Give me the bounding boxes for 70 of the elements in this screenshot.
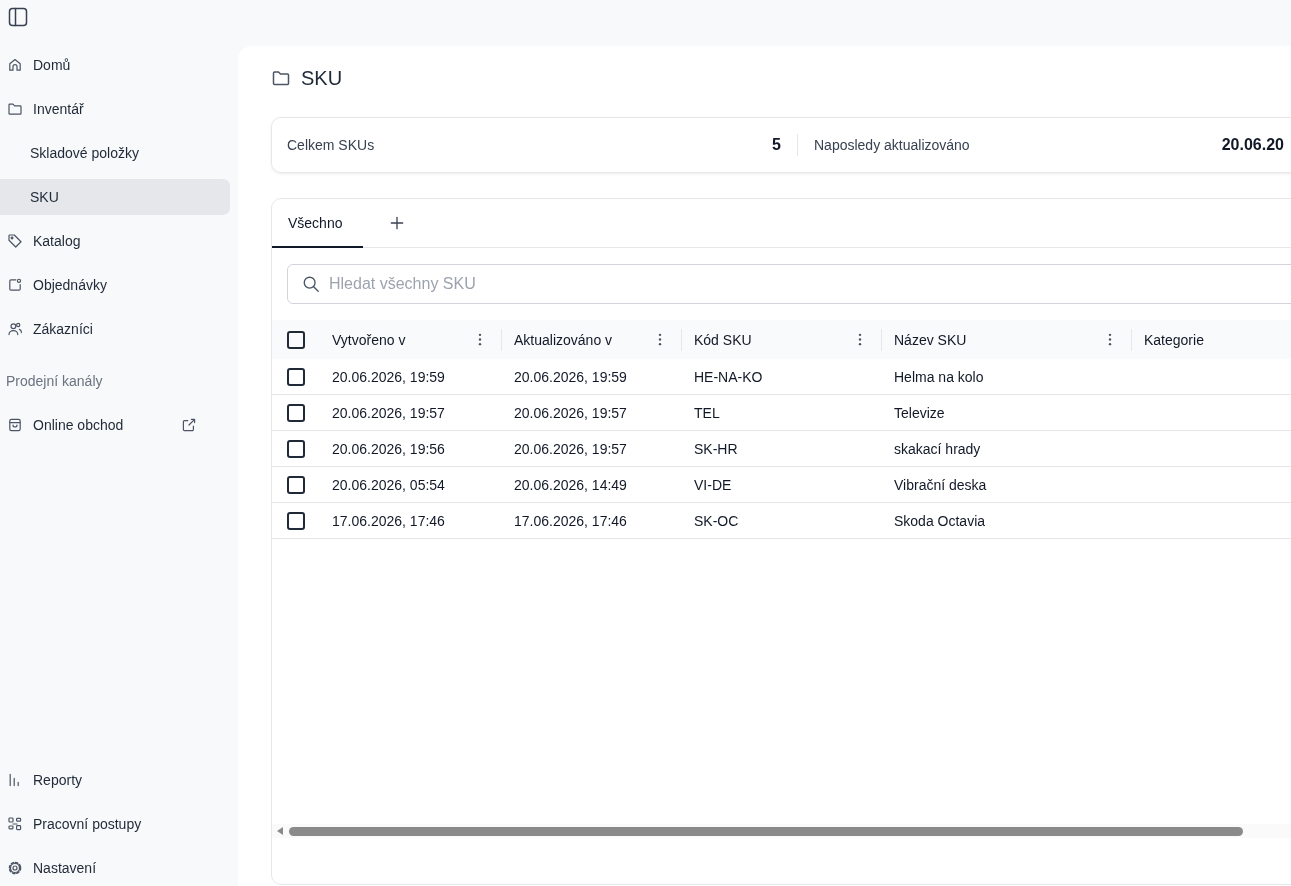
workflow-icon — [7, 816, 23, 832]
table-cell: 20.06.2026, 19:59 — [332, 368, 445, 385]
sidebar-item[interactable]: Zákazníci — [0, 311, 230, 347]
sidebar-item[interactable]: SKU — [0, 179, 230, 215]
tag-icon — [7, 233, 23, 249]
kebab-menu-icon[interactable] — [858, 333, 862, 346]
column-header[interactable]: Aktualizováno v — [514, 331, 613, 348]
column-header[interactable]: Kód SKU — [694, 331, 752, 348]
select-all-checkbox[interactable] — [287, 330, 305, 349]
table-cell: 20.06.2026, 19:57 — [514, 404, 627, 421]
table-cell: 20.06.2026, 19:59 — [514, 368, 627, 385]
folder-icon — [7, 101, 23, 117]
table-cell: VI-DE — [694, 476, 732, 493]
table-cell: Televize — [894, 404, 945, 421]
sidebar-item[interactable]: Online obchod — [0, 407, 181, 443]
table-cell: 20.06.2026, 19:57 — [514, 440, 627, 457]
table-cell: 20.06.2026, 19:56 — [332, 440, 445, 457]
table-cell: Skoda Octavia — [894, 512, 986, 529]
sidebar-item[interactable]: Objednávky — [0, 267, 230, 303]
square-dot-icon — [7, 277, 23, 293]
shopping-bag-icon — [7, 417, 23, 433]
add-tab-icon[interactable] — [390, 216, 404, 230]
home-icon — [7, 57, 23, 73]
stat-label: Naposledy aktualizováno — [814, 137, 970, 153]
column-header[interactable]: Vytvořeno v — [332, 331, 406, 348]
users-icon — [7, 321, 23, 337]
sidebar-item[interactable]: Inventář — [0, 91, 230, 127]
sidebar-item[interactable]: Reporty — [0, 762, 230, 798]
kebab-menu-icon[interactable] — [658, 333, 662, 346]
row-checkbox[interactable] — [287, 403, 305, 422]
row-checkbox[interactable] — [287, 439, 305, 458]
stat-value: 5 — [772, 136, 781, 154]
settings-icon — [7, 860, 23, 876]
tab[interactable]: Všechno — [272, 199, 363, 248]
table-cell: SK-OC — [694, 512, 739, 529]
table-cell: SK-HR — [694, 440, 738, 457]
kebab-menu-icon[interactable] — [478, 333, 482, 346]
sidebar-toggle-icon[interactable] — [8, 7, 28, 27]
external-link-icon[interactable] — [181, 417, 197, 433]
sidebar-item[interactable]: Domů — [0, 47, 230, 83]
page-title: SKU — [301, 66, 343, 90]
kebab-menu-icon[interactable] — [1108, 333, 1112, 346]
sidebar-item[interactable]: Nastavení — [0, 850, 230, 886]
table-cell: 20.06.2026, 14:49 — [514, 476, 627, 493]
section-heading: Prodejní kanály — [5, 372, 104, 391]
table-cell: skakací hrady — [894, 440, 981, 457]
table-cell: 20.06.2026, 19:57 — [332, 404, 445, 421]
scrollbar-thumb[interactable] — [289, 826, 1243, 836]
folder-icon — [271, 68, 291, 88]
search-icon — [302, 275, 320, 293]
sidebar-item[interactable]: Skladové položky — [0, 135, 230, 171]
table-cell: 17.06.2026, 17:46 — [514, 512, 627, 529]
row-checkbox[interactable] — [287, 475, 305, 494]
row-checkbox[interactable] — [287, 367, 305, 386]
table-cell: 20.06.2026, 05:54 — [332, 476, 445, 493]
column-header[interactable]: Název SKU — [894, 331, 967, 348]
table-cell: Vibrační deska — [894, 476, 987, 493]
row-checkbox[interactable] — [287, 511, 305, 530]
table-cell: Helma na kolo — [894, 368, 984, 385]
table-cell: HE-NA-KO — [694, 368, 763, 385]
stat-label: Celkem SKUs — [287, 137, 375, 153]
sidebar-item[interactable]: Pracovní postupy — [0, 806, 230, 842]
table-cell: 17.06.2026, 17:46 — [332, 512, 445, 529]
stat-value: 20.06.20 — [1221, 136, 1284, 154]
table-cell: TEL — [694, 404, 720, 421]
search-field[interactable]: Hledat všechny SKU — [287, 264, 1291, 304]
column-header[interactable]: Kategorie — [1144, 331, 1204, 348]
scroll-left-arrow-icon[interactable] — [277, 827, 283, 835]
scrollbar-track[interactable] — [272, 824, 1291, 838]
sidebar-item[interactable]: Katalog — [0, 223, 230, 259]
